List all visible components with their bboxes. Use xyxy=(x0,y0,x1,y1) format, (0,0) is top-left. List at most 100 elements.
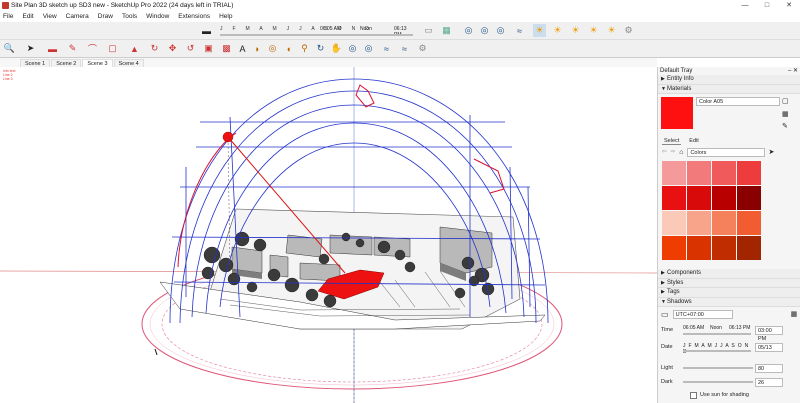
components-section[interactable]: ▶ Components xyxy=(658,269,800,279)
materials-section[interactable]: ▼ Materials xyxy=(658,84,800,94)
menu-view[interactable]: View xyxy=(43,13,57,20)
edit-tab[interactable]: Edit xyxy=(689,138,698,144)
position-camera-icon[interactable]: ≈ xyxy=(380,42,393,55)
sun-morning-icon[interactable]: ☀ xyxy=(551,24,564,37)
eraser-tool-icon[interactable]: ▬ xyxy=(46,42,59,55)
material-swatch-cell[interactable] xyxy=(712,236,736,260)
zoom-extents-tool-icon[interactable]: ◎ xyxy=(362,42,375,55)
previous-view-icon[interactable]: ◎ xyxy=(494,24,507,37)
expand-details-icon[interactable]: ▦ xyxy=(791,310,798,318)
rotate-icon[interactable]: ↺ xyxy=(184,42,197,55)
material-swatch-cell[interactable] xyxy=(662,236,686,260)
material-name-field[interactable]: Color A05 xyxy=(696,97,780,106)
scale-icon[interactable]: ▣ xyxy=(202,42,215,55)
shadow-time-slider[interactable]: J F M A M J J A S O N D 06:05 AM Noon 06… xyxy=(218,24,415,38)
library-dropdown[interactable]: Colors xyxy=(687,147,766,157)
material-swatch-cell[interactable] xyxy=(687,186,711,210)
home-icon[interactable]: ⌂ xyxy=(679,149,683,156)
date-value-field[interactable]: 05/13 xyxy=(755,342,783,352)
rectangle-icon[interactable]: ▢ xyxy=(106,42,119,55)
arc-icon[interactable]: ⌒ xyxy=(86,42,99,55)
sun-icon[interactable]: ☀ xyxy=(533,24,546,37)
menu-camera[interactable]: Camera xyxy=(66,13,89,20)
paint-bucket-icon[interactable]: ◑ xyxy=(250,42,263,55)
menu-draw[interactable]: Draw xyxy=(98,13,113,20)
minimize-button[interactable]: — xyxy=(734,0,756,11)
pan-icon[interactable]: ✋ xyxy=(330,42,343,55)
extension-icon[interactable]: ⚙ xyxy=(416,42,429,55)
menu-help[interactable]: Help xyxy=(219,13,232,20)
scene-tab-4[interactable]: Scene 4 xyxy=(113,59,144,67)
material-swatch[interactable] xyxy=(661,97,693,129)
light-slider[interactable] xyxy=(683,367,753,369)
close-button[interactable]: ✕ xyxy=(778,0,800,11)
month-slider-track[interactable] xyxy=(220,34,320,36)
eraser-icon[interactable]: ▬ xyxy=(200,24,213,37)
offset-icon[interactable]: ▩ xyxy=(220,42,233,55)
sandbox-icon[interactable]: ≈ xyxy=(513,24,526,37)
push-pull-icon[interactable]: ▲ xyxy=(128,42,141,55)
dark-value-field[interactable]: 26 xyxy=(755,377,783,387)
material-swatch-cell[interactable] xyxy=(687,236,711,260)
material-swatch-cell[interactable] xyxy=(712,186,736,210)
sun-evening-icon[interactable]: ☀ xyxy=(587,24,600,37)
scene-tab-2[interactable]: Scene 2 xyxy=(51,59,82,67)
sun-night-icon[interactable]: ☀ xyxy=(605,24,618,37)
menu-window[interactable]: Window xyxy=(146,13,169,20)
zoom-window-icon[interactable]: ◎ xyxy=(478,24,491,37)
sun-shading-checkbox[interactable] xyxy=(690,391,697,399)
material-swatch-cell[interactable] xyxy=(712,161,736,185)
display-secondary-icon[interactable]: ▢ xyxy=(782,97,789,105)
model-viewport[interactable]: Info text Line 2 Line 3 xyxy=(0,67,657,403)
dark-slider[interactable] xyxy=(683,381,753,383)
material-swatch-cell[interactable] xyxy=(662,211,686,235)
menu-edit[interactable]: Edit xyxy=(22,13,33,20)
select-tab[interactable]: Select xyxy=(662,138,682,145)
entity-info-section[interactable]: ▶ Entity Info xyxy=(658,75,800,85)
back-arrow-icon[interactable]: ⇦ xyxy=(662,149,667,155)
menu-file[interactable]: File xyxy=(3,13,13,20)
tray-controls[interactable]: – ✕ xyxy=(788,67,798,74)
date-slider-track[interactable] xyxy=(683,350,751,352)
utc-dropdown[interactable]: UTC+07:00 xyxy=(672,309,733,319)
shadows-toggle-icon[interactable]: ▭ xyxy=(661,310,669,319)
create-material-icon[interactable]: ▦ xyxy=(782,110,789,118)
fog-icon[interactable]: ▦ xyxy=(440,24,453,37)
protractor-icon[interactable]: ◖ xyxy=(282,42,295,55)
light-value-field[interactable]: 80 xyxy=(755,363,783,373)
scene-tab-1[interactable]: Scene 1 xyxy=(20,59,51,67)
material-swatch-cell[interactable] xyxy=(737,211,761,235)
axes-icon[interactable]: ⚲ xyxy=(298,42,311,55)
shadows-section[interactable]: ▼ Shadows xyxy=(658,297,800,307)
date-slider[interactable]: J F M A M J J A S O N D xyxy=(683,340,753,355)
menu-tools[interactable]: Tools xyxy=(122,13,137,20)
menu-extensions[interactable]: Extensions xyxy=(178,13,210,20)
orbit-icon[interactable]: ↻ xyxy=(314,42,327,55)
styles-section[interactable]: ▶ Styles xyxy=(658,278,800,288)
tape-measure-icon[interactable]: ◎ xyxy=(266,42,279,55)
time-slider-track[interactable] xyxy=(320,34,413,36)
material-swatch-cell[interactable] xyxy=(662,186,686,210)
walk-icon[interactable]: ≈ xyxy=(398,42,411,55)
material-swatch-cell[interactable] xyxy=(712,211,736,235)
sample-paint-icon[interactable]: ✎ xyxy=(782,122,788,130)
material-swatch-cell[interactable] xyxy=(662,161,686,185)
scene-tab-3[interactable]: Scene 3 xyxy=(82,59,113,67)
material-swatch-cell[interactable] xyxy=(687,211,711,235)
forward-arrow-icon[interactable]: ⇨ xyxy=(671,149,676,155)
sun-noon-icon[interactable]: ☀ xyxy=(569,24,582,37)
details-arrow-icon[interactable]: ➤ xyxy=(768,148,774,156)
settings-icon[interactable]: ⚙ xyxy=(622,24,635,37)
material-swatch-cell[interactable] xyxy=(737,186,761,210)
orbit-tool-icon[interactable]: ↻ xyxy=(148,42,161,55)
maximize-button[interactable]: □ xyxy=(756,0,778,11)
material-swatch-cell[interactable] xyxy=(737,236,761,260)
time-slider-track[interactable] xyxy=(683,333,751,335)
zoom-icon[interactable]: ◎ xyxy=(346,42,359,55)
time-slider[interactable]: 06:05 AM Noon 06:13 PM xyxy=(683,323,753,337)
text-icon[interactable]: A xyxy=(236,42,249,55)
move-icon[interactable]: ✥ xyxy=(166,42,179,55)
time-value-field[interactable]: 03:00 PM xyxy=(755,325,783,342)
tags-section[interactable]: ▶ Tags xyxy=(658,288,800,298)
material-swatch-cell[interactable] xyxy=(737,161,761,185)
